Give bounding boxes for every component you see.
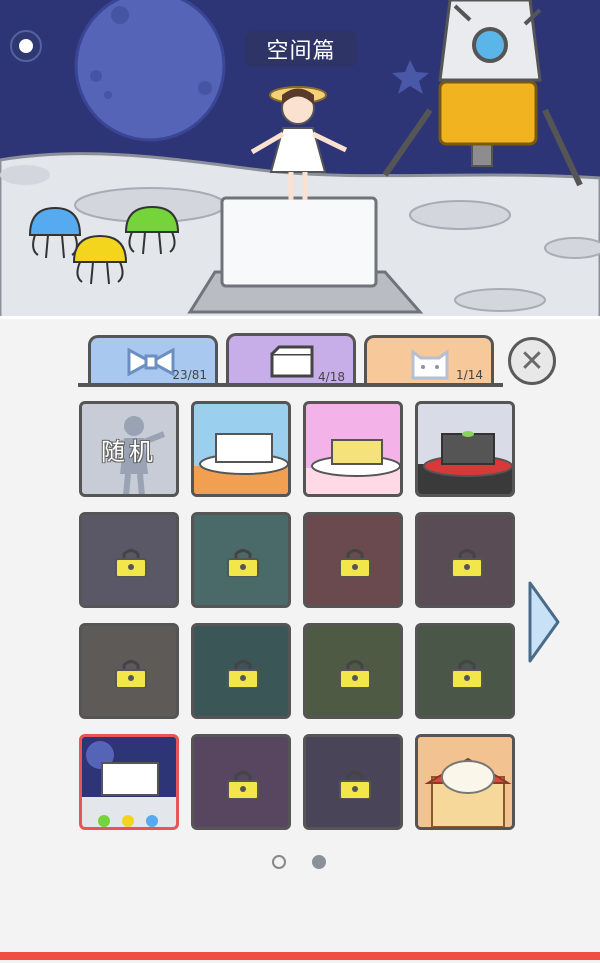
tab-pets[interactable]: 1/14 <box>364 335 494 385</box>
grid-item-butter[interactable] <box>303 401 403 497</box>
tab-pedestals[interactable]: 4/18 <box>226 333 356 387</box>
grid-item-locked[interactable] <box>191 512 291 608</box>
close-icon: ✕ <box>519 343 545 379</box>
grid-item-random[interactable]: 随机 <box>79 401 179 497</box>
bottom-bar <box>0 952 600 960</box>
lock-icon <box>227 549 259 577</box>
grid-item-locked[interactable] <box>303 512 403 608</box>
tab-accessories[interactable]: 23/81 <box>88 335 218 385</box>
lock-icon <box>115 660 147 688</box>
grid-item-locked[interactable] <box>79 512 179 608</box>
tofu-pedestal <box>220 196 378 288</box>
lock-icon <box>115 549 147 577</box>
grid-item-sushi[interactable] <box>415 734 515 830</box>
grid-item-locked[interactable] <box>415 512 515 608</box>
moon-tofu-icon <box>82 741 176 827</box>
lock-icon <box>451 549 483 577</box>
cat-icon <box>411 349 449 380</box>
lock-icon <box>339 660 371 688</box>
lock-icon <box>227 771 259 799</box>
dot-icon <box>19 39 33 53</box>
lock-icon <box>339 549 371 577</box>
tofu-dish-icon <box>194 433 288 494</box>
tab-count: 4/18 <box>318 370 345 384</box>
tab-count: 1/14 <box>456 368 483 382</box>
grid-item-dark-tofu[interactable] <box>415 401 515 497</box>
dark-tofu-icon <box>418 431 512 494</box>
moon-scene: 空间篇 <box>0 0 600 322</box>
grid-item-locked[interactable] <box>79 623 179 719</box>
page-dot-2-active[interactable] <box>312 855 326 869</box>
grid-item-locked[interactable] <box>191 734 291 830</box>
settings-button[interactable] <box>10 30 42 62</box>
grid-item-locked[interactable] <box>191 623 291 719</box>
moon-planet-icon <box>74 0 226 142</box>
lock-icon <box>339 771 371 799</box>
stage-title: 空间篇 <box>245 31 357 67</box>
tab-count: 23/81 <box>172 368 207 382</box>
sushi-tray-icon <box>418 737 512 827</box>
grid-item-moon-tofu-selected[interactable] <box>79 734 179 830</box>
page-dot-1[interactable] <box>272 855 286 869</box>
random-label: 随机 <box>101 438 157 466</box>
close-button[interactable]: ✕ <box>508 337 556 385</box>
grid-item-tofu[interactable] <box>191 401 291 497</box>
grid-item-locked[interactable] <box>303 734 403 830</box>
grid-item-locked[interactable] <box>415 623 515 719</box>
grid-item-locked[interactable] <box>303 623 403 719</box>
tab-underline <box>78 383 503 387</box>
selection-panel: 23/81 4/18 1/14 ✕ 随机 <box>0 316 600 963</box>
lock-icon <box>227 660 259 688</box>
lock-icon <box>451 660 483 688</box>
butter-dish-icon <box>306 439 400 494</box>
next-page-arrow-icon[interactable] <box>526 579 562 665</box>
pedestal-icon <box>270 345 314 378</box>
